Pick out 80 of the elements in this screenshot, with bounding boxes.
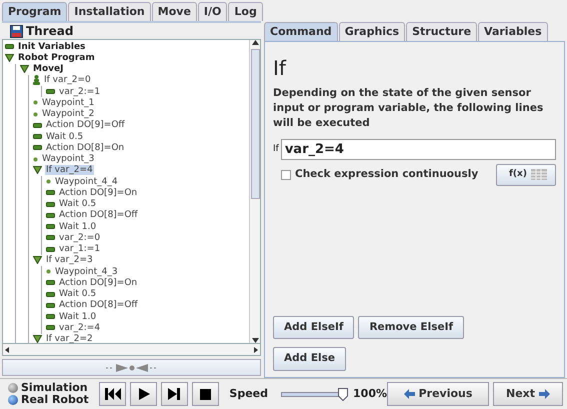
- tree-item[interactable]: var_2:=0: [58, 232, 102, 243]
- command-description: Depending on the state of the given sensor input or program variable, the following lines will be executed: [273, 86, 544, 131]
- tree-item[interactable]: Init Variables: [17, 42, 86, 52]
- next-button[interactable]: Next: [493, 382, 563, 406]
- scroll-up-icon[interactable]: [252, 40, 258, 45]
- if-label: If: [273, 142, 279, 156]
- checkbox-label: Check expression continuously: [295, 166, 478, 182]
- dot-icon: [46, 269, 51, 274]
- slider-thumb[interactable]: [338, 388, 348, 400]
- action-button[interactable]: Remove ElseIf: [358, 316, 464, 340]
- tab[interactable]: Installation: [68, 2, 151, 21]
- tree-item[interactable]: var_1:=1: [58, 244, 102, 254]
- radio-button[interactable]: [8, 395, 18, 405]
- dot-icon: [33, 156, 38, 162]
- playback-button[interactable]: [192, 382, 220, 406]
- tree-item[interactable]: Wait 0.5: [45, 132, 84, 142]
- tab[interactable]: Program: [2, 2, 68, 21]
- right-arrow-icon: [539, 389, 550, 399]
- tree-item[interactable]: MoveJ: [32, 64, 64, 74]
- tree-item[interactable]: Waypoint_2: [41, 109, 96, 120]
- scroll-left-icon[interactable]: [5, 346, 9, 352]
- tree-item[interactable]: Action DO[8]=On: [45, 142, 126, 153]
- tab[interactable]: I/O: [198, 2, 228, 21]
- table-icon: [530, 169, 547, 180]
- tree-item[interactable]: If var_2=0: [43, 75, 92, 86]
- command-title: If: [273, 58, 288, 78]
- tree-item[interactable]: If var_2=2: [45, 334, 94, 343]
- tree-item[interactable]: Waypoint_1: [41, 98, 96, 108]
- speed-reading: 100%: [353, 386, 387, 402]
- dash-icon: [5, 44, 14, 50]
- dash-icon: [46, 89, 55, 94]
- tree-item[interactable]: Action DO[8]=Off: [58, 210, 139, 220]
- tree-item[interactable]: Action DO[9]=On: [58, 188, 138, 198]
- tree-item[interactable]: Waypoint_3: [41, 154, 96, 164]
- expression-field[interactable]: var_2=4: [280, 139, 556, 160]
- tree-item[interactable]: Waypoint_4_4: [54, 176, 119, 187]
- tree-item[interactable]: Wait 0.5: [58, 199, 98, 210]
- skip-back-icon: [104, 388, 121, 400]
- collapse-bar[interactable]: [2, 359, 261, 376]
- playback-button[interactable]: [99, 382, 126, 406]
- tree-item[interactable]: Wait 1.0: [58, 312, 98, 322]
- tree-item[interactable]: Action DO[8]=Off: [58, 300, 139, 310]
- collapse-icon: [106, 364, 158, 372]
- playback-button[interactable]: [130, 382, 158, 406]
- tab[interactable]: Command: [264, 22, 338, 41]
- tab[interactable]: Structure: [406, 22, 478, 41]
- play-icon: [138, 388, 150, 400]
- tree-item[interactable]: var_2:=4: [58, 322, 102, 333]
- left-arrow-icon: [404, 389, 415, 399]
- radio-label: Simulation: [21, 382, 88, 394]
- tab[interactable]: Variables: [478, 22, 548, 41]
- previous-button[interactable]: Previous: [387, 382, 489, 406]
- playback-button[interactable]: [161, 382, 188, 406]
- tab[interactable]: Log: [228, 2, 263, 21]
- radio-button[interactable]: [8, 383, 18, 393]
- tree-item[interactable]: Robot Program: [17, 52, 96, 63]
- tree-item[interactable]: Action DO[9]=Off: [45, 120, 126, 130]
- scroll-thumb[interactable]: [250, 49, 260, 199]
- dot-icon: [33, 112, 38, 117]
- thread-label: Thread: [26, 23, 74, 40]
- tree-item[interactable]: var_2:=1: [58, 86, 102, 97]
- tree-item[interactable]: Waypoint_4_3: [54, 266, 119, 277]
- speed-label: Speed: [229, 386, 268, 402]
- tab[interactable]: Graphics: [338, 22, 406, 41]
- tree-item[interactable]: Wait 0.5: [58, 289, 98, 300]
- radio-label: Real Robot: [21, 394, 89, 406]
- scroll-right-icon[interactable]: [254, 346, 258, 352]
- tree-item[interactable]: If var_2=4: [45, 165, 94, 176]
- action-button[interactable]: Add Else: [273, 347, 346, 371]
- step-forward-icon: [168, 388, 182, 400]
- stop-icon: [200, 388, 212, 400]
- tree-item[interactable]: If var_2=3: [45, 255, 94, 266]
- dot-icon: [33, 100, 38, 106]
- tab[interactable]: Move: [152, 2, 197, 21]
- action-button[interactable]: Add ElseIf: [273, 316, 354, 340]
- checkbox[interactable]: [281, 170, 291, 180]
- dot-icon: [46, 179, 51, 184]
- tree-item[interactable]: Action DO[9]=On: [58, 278, 138, 288]
- expression-editor-button[interactable]: f(x): [496, 164, 556, 186]
- tree-item[interactable]: Wait 1.0: [58, 222, 98, 232]
